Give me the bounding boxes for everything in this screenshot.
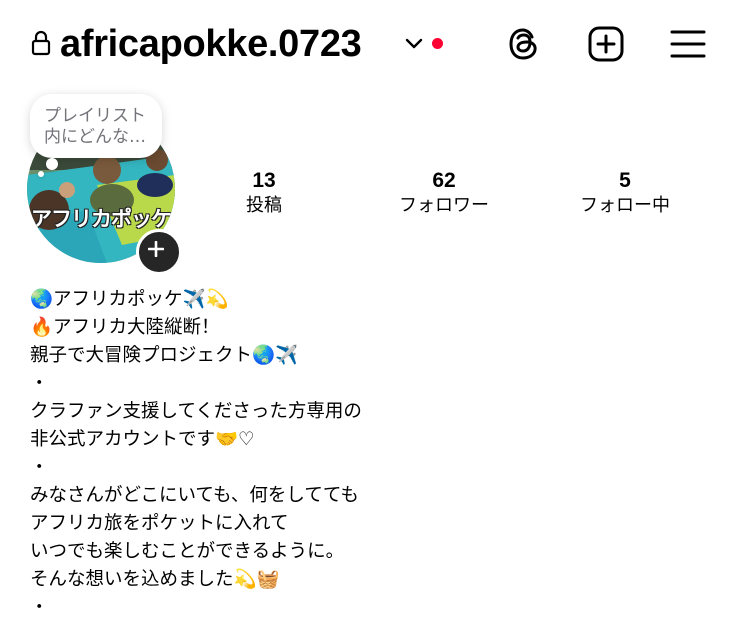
bio-line: 🌏アフリカポッケ✈️💫 bbox=[30, 289, 229, 310]
stat-following[interactable]: 5 フォロー中 bbox=[555, 168, 695, 218]
bio-line: そんな想いを込めました💫🧺 bbox=[30, 569, 280, 590]
plus-icon bbox=[148, 241, 164, 257]
notification-dot bbox=[432, 38, 443, 49]
bio-line: 非公式アカウントです🤝♡ bbox=[30, 429, 255, 450]
stat-followers[interactable]: 62 フォロワー bbox=[374, 168, 514, 218]
bio-line: アフリカ旅をポケットに入れて bbox=[30, 513, 289, 534]
stat-posts[interactable]: 13 投稿 bbox=[194, 168, 334, 218]
note-bubble-tail bbox=[46, 158, 58, 170]
username[interactable]: africapokke.0723 bbox=[60, 22, 362, 66]
add-story-button[interactable] bbox=[136, 229, 182, 275]
lock-icon bbox=[31, 30, 51, 56]
note-text: プレイリスト 内にどんな… bbox=[44, 106, 146, 147]
avatar-caption: アフリカポッケ bbox=[31, 207, 172, 231]
posts-label: 投稿 bbox=[246, 195, 282, 216]
bio-line: クラファン支援してくださった方専用の bbox=[30, 401, 362, 422]
bio-line: ・ bbox=[30, 373, 49, 394]
bio-line: いつでも楽しむことができるように。 bbox=[30, 541, 345, 562]
following-count: 5 bbox=[619, 169, 631, 192]
threads-icon[interactable] bbox=[505, 25, 543, 63]
profile-header: africapokke.0723 bbox=[0, 0, 736, 88]
following-label: フォロー中 bbox=[580, 195, 670, 216]
menu-icon[interactable] bbox=[669, 27, 707, 61]
create-post-icon[interactable] bbox=[587, 25, 625, 63]
posts-count: 13 bbox=[252, 169, 276, 192]
bio-line: ・ bbox=[30, 597, 49, 618]
followers-label: フォロワー bbox=[399, 195, 489, 216]
note-bubble[interactable]: プレイリスト 内にどんな… bbox=[30, 94, 162, 158]
bio-line: ・ bbox=[30, 457, 49, 478]
note-bubble-tail-small bbox=[38, 171, 44, 177]
bio-line: みなさんがどこにいても、何をしてても bbox=[30, 485, 359, 506]
followers-count: 62 bbox=[432, 169, 456, 192]
chevron-down-icon[interactable] bbox=[404, 36, 424, 52]
bio-line: 🔥アフリカ大陸縦断！ bbox=[30, 317, 220, 338]
bio-line: 親子で大冒険プロジェクト🌏✈️ bbox=[30, 345, 299, 366]
bio: 🌏アフリカポッケ✈️💫 🔥アフリカ大陸縦断！ 親子で大冒険プロジェクト🌏✈️ ・… bbox=[30, 286, 710, 622]
